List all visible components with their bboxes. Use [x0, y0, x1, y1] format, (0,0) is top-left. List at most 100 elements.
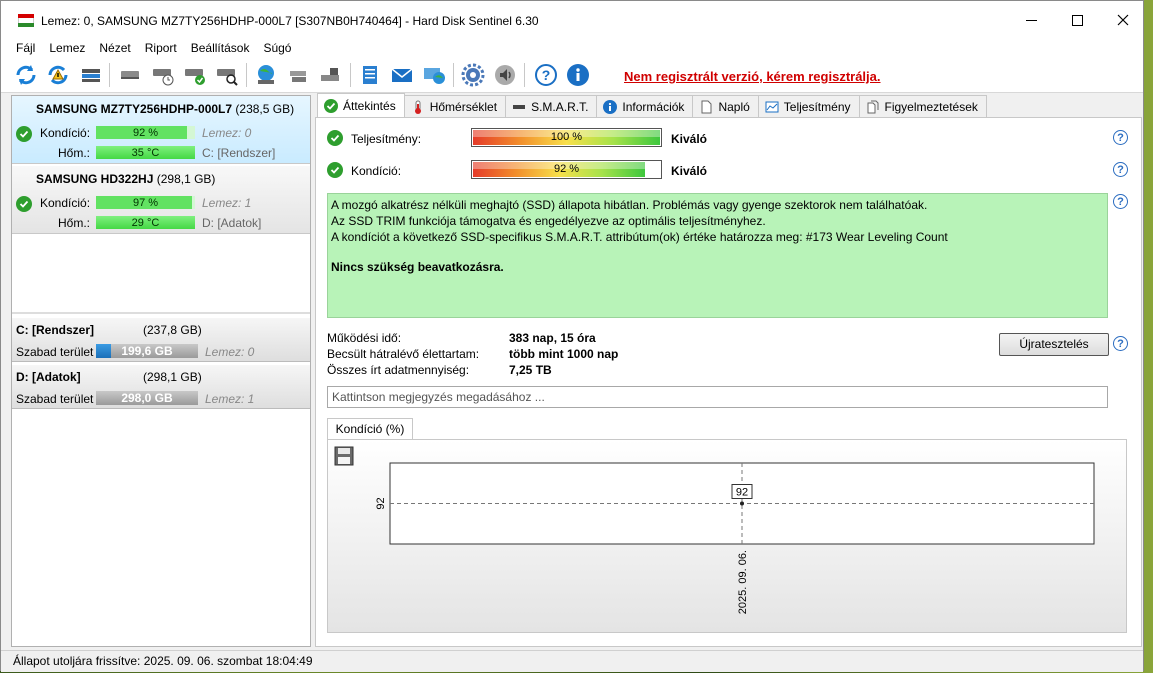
volume-card-d[interactable]: D: [Adatok] (298,1 GB) Szabad terület 29… — [12, 365, 310, 409]
uptime-value: 383 nap, 15 óra — [509, 331, 596, 345]
drive-gear-icon — [321, 68, 339, 81]
refresh-warning-icon — [48, 65, 68, 85]
envelope-icon — [391, 68, 413, 82]
status-ok-icon — [16, 196, 32, 212]
about-button[interactable] — [565, 62, 591, 88]
question-icon: ? — [535, 64, 557, 86]
email-report-button[interactable] — [389, 62, 415, 88]
disk-name: SAMSUNG HD322HJ (298,1 GB) — [36, 172, 216, 186]
minimize-button[interactable] — [1008, 1, 1054, 39]
web-report-button[interactable] — [421, 62, 447, 88]
menu-file[interactable]: Fájl — [9, 39, 42, 57]
status-ok-icon — [16, 126, 32, 142]
sound-button[interactable] — [492, 62, 518, 88]
written-value: 7,25 TB — [509, 363, 552, 377]
disk-test-button[interactable] — [182, 62, 208, 88]
volume-ref: C: [Rendszer] — [202, 146, 276, 160]
disk-schedule-button[interactable] — [150, 62, 176, 88]
panel-divider[interactable] — [12, 312, 310, 314]
drive-search-icon — [217, 69, 238, 86]
settings-button[interactable] — [460, 62, 486, 88]
globe-drive-icon — [258, 65, 274, 84]
condition-label: Kondíció: — [40, 126, 91, 140]
disk-list-panel: SAMSUNG MZ7TY256HDHP-000L7 (238,5 GB) Ko… — [11, 95, 311, 647]
condition-rating: Kiváló — [671, 164, 708, 178]
volume-disk-ref: Lemez: 1 — [205, 392, 255, 406]
drive-icon — [512, 100, 526, 114]
menu-help[interactable]: Súgó — [256, 39, 298, 57]
note-input[interactable]: Kattintson megjegyzés megadásához ... — [327, 386, 1108, 408]
free-space-bar: 199,6 GB — [96, 344, 198, 358]
close-button[interactable] — [1100, 1, 1146, 39]
summary-help-icon[interactable]: ? — [1113, 194, 1128, 209]
chart-tab-condition[interactable]: Kondíció (%) — [327, 418, 413, 440]
disk-card-0[interactable]: SAMSUNG MZ7TY256HDHP-000L7 (238,5 GB) Ko… — [12, 96, 310, 164]
notepad-icon — [363, 66, 377, 84]
retest-button[interactable]: Újratesztelés — [999, 333, 1109, 356]
x-tick-label: 2025. 09. 06. — [737, 550, 749, 614]
condition-ok-icon — [327, 162, 343, 178]
network-button[interactable] — [253, 62, 279, 88]
maximize-icon — [1071, 14, 1083, 26]
refresh-button[interactable] — [13, 62, 39, 88]
volume-disk-ref: Lemez: 0 — [205, 345, 255, 359]
condition-label: Kondíció: — [351, 164, 402, 178]
drive-tools-button[interactable] — [285, 62, 311, 88]
help-button[interactable]: ? — [533, 62, 559, 88]
speaker-icon — [495, 65, 515, 85]
maximize-button[interactable] — [1054, 1, 1100, 39]
disk-list-button[interactable] — [78, 62, 104, 88]
uptime-label: Működési idő: — [327, 331, 402, 345]
disk-ref: Lemez: 0 — [202, 126, 252, 140]
menu-report[interactable]: Riport — [138, 39, 184, 57]
overview-panel: Teljesítmény: 100 % Kiváló ? Kondíció: 9… — [315, 117, 1142, 647]
report-button[interactable] — [357, 62, 383, 88]
app-logo-icon — [18, 14, 34, 27]
thermometer-icon — [411, 100, 425, 114]
performance-bar: 100 % — [471, 128, 662, 147]
unregistered-notice-link[interactable]: Nem regisztrált verzió, kérem regisztrál… — [624, 69, 881, 84]
menu-disk[interactable]: Lemez — [42, 39, 92, 57]
disk-name: SAMSUNG MZ7TY256HDHP-000L7 (238,5 GB) — [36, 102, 295, 116]
tab-temperature[interactable]: Hőmérséklet — [403, 95, 507, 117]
svg-text:?: ? — [542, 67, 551, 83]
performance-help-icon[interactable]: ? — [1113, 130, 1128, 145]
drive-clock-icon — [153, 69, 174, 86]
disk-card-1[interactable]: SAMSUNG HD322HJ (298,1 GB) Kondíció: 97 … — [12, 166, 310, 234]
volume-size: (298,1 GB) — [143, 370, 202, 384]
toolbar: ? Nem regisztrált verzió, kérem regisztr… — [1, 57, 1143, 93]
disk-scan-button[interactable] — [214, 62, 240, 88]
point-label: 92 — [736, 487, 748, 499]
volume-name: D: [Adatok] — [16, 370, 81, 384]
drive-check-icon — [185, 69, 205, 85]
summary-action: Nincs szükség beavatkozásra. — [331, 260, 504, 274]
tab-performance[interactable]: Teljesítmény — [757, 95, 860, 117]
menu-settings[interactable]: Beállítások — [184, 39, 257, 57]
menu-view[interactable]: Nézet — [92, 39, 137, 57]
volume-card-c[interactable]: C: [Rendszer] (237,8 GB) Szabad terület … — [12, 318, 310, 362]
tab-alerts[interactable]: Figyelmeztetések — [858, 95, 987, 117]
condition-help-icon[interactable]: ? — [1113, 162, 1128, 177]
retest-help-icon[interactable]: ? — [1113, 336, 1128, 351]
refresh-icon — [16, 65, 36, 85]
drive-manage-button[interactable] — [317, 62, 343, 88]
condition-chart: 92 92 2025. 09. 06. — [375, 462, 1095, 614]
menu-bar: Fájl Lemez Nézet Riport Beállítások Súgó — [1, 39, 1143, 57]
tab-smart[interactable]: S.M.A.R.T. — [505, 95, 598, 117]
app-window: Lemez: 0, SAMSUNG MZ7TY256HDHP-000L7 [S3… — [0, 0, 1146, 672]
condition-value: 92 % — [553, 163, 580, 175]
tab-log[interactable]: Napló — [692, 95, 759, 117]
condition-bar: 92 % — [96, 126, 195, 139]
refresh-all-button[interactable] — [45, 62, 71, 88]
info-icon — [567, 64, 589, 86]
chart-icon — [765, 100, 779, 114]
disk-info-button[interactable] — [117, 62, 143, 88]
data-point — [740, 501, 744, 506]
tab-overview[interactable]: Áttekintés — [317, 93, 405, 117]
hard-drive-icon — [121, 71, 139, 79]
condition-chart-area: 92 92 2025. 09. 06. — [327, 439, 1127, 633]
volume-ref: D: [Adatok] — [202, 216, 262, 230]
tab-information[interactable]: Információk — [596, 95, 694, 117]
minimize-icon — [1025, 19, 1037, 21]
temp-label: Hőm.: — [58, 146, 91, 160]
